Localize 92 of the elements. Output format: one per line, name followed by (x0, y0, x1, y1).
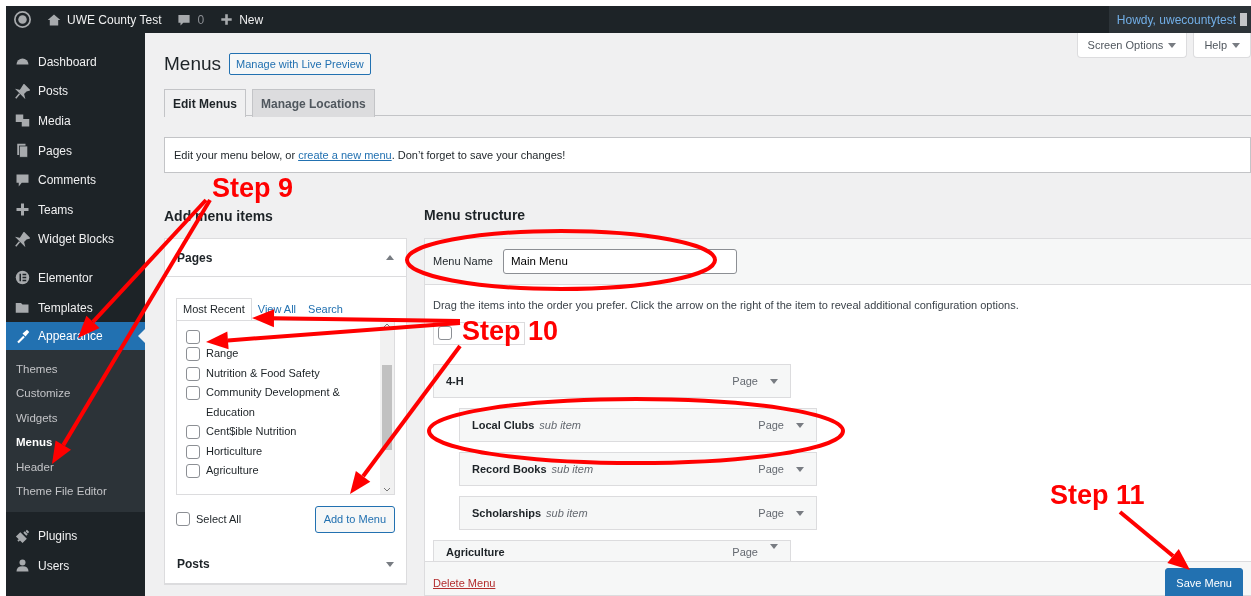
create-menu-link[interactable]: create a new menu (298, 148, 392, 161)
sidebar-item[interactable]: Templates (6, 292, 145, 323)
menu-item[interactable]: Scholarships sub item Page (459, 496, 817, 530)
plus-icon (15, 202, 30, 218)
submenu-item[interactable]: Themes (6, 357, 145, 382)
checkbox[interactable] (438, 326, 452, 340)
nav-tab[interactable]: Manage Locations (252, 89, 375, 117)
folder-icon (15, 300, 30, 316)
sidebar-item[interactable]: Elementor (6, 263, 145, 293)
checkbox[interactable] (186, 366, 200, 381)
checkbox[interactable] (186, 444, 200, 459)
sidebar-item[interactable]: Comments (6, 165, 145, 195)
field-label: Menu Name (433, 253, 493, 269)
accordion-header[interactable]: Pages (165, 239, 406, 277)
sidebar-item[interactable]: Users (6, 550, 145, 581)
media-icon (15, 113, 30, 129)
caret-icon (1232, 42, 1240, 48)
speech-bubble-icon (15, 172, 30, 188)
checkbox-label: Nutrition & Food Safety (206, 365, 320, 381)
add-to-menu-button[interactable]: Add to Menu (314, 506, 395, 533)
avatar (1240, 13, 1247, 26)
expand-arrow-icon[interactable] (796, 466, 804, 472)
checkbox[interactable] (186, 464, 200, 478)
pin-icon (15, 83, 30, 99)
section-heading: Menu structure (424, 206, 527, 226)
menu-item[interactable]: Agriculture Page (433, 540, 791, 561)
plus-icon (220, 13, 234, 26)
site-name-link[interactable]: UWE County Test (67, 10, 162, 29)
sidebar-item[interactable]: Appearance (6, 322, 145, 351)
sidebar-item[interactable]: Widget Blocks (6, 224, 145, 255)
instructions-text: Drag the items into the order you prefer. Click the arrow on the right of the item to reveal additional configuration options. (433, 297, 1020, 313)
checkbox[interactable] (176, 512, 190, 527)
person-icon (15, 558, 30, 574)
new-link[interactable]: New (239, 10, 264, 29)
checkbox-label: Horticulture (206, 443, 263, 459)
step-label: Step 9 (212, 175, 294, 202)
pin-icon (15, 231, 30, 247)
checkbox-label: Range (206, 346, 239, 361)
panel-tab[interactable]: Search (302, 298, 349, 320)
submenu-item[interactable]: Widgets (6, 406, 145, 431)
menu-item[interactable]: Local Clubs sub item Page (459, 408, 817, 442)
page-title: Menus (164, 51, 222, 76)
checkbox-label: Select All (196, 512, 242, 527)
expand-arrow-icon[interactable] (796, 510, 804, 516)
submenu-item[interactable]: Menus (6, 430, 145, 456)
circle-logo-icon (15, 270, 30, 286)
checkbox[interactable] (186, 386, 200, 400)
screen-meta-tab[interactable]: Help (1193, 33, 1251, 58)
comment-icon (177, 12, 192, 27)
submenu-item[interactable]: Header (6, 455, 145, 480)
scroll-up-icon[interactable] (382, 321, 392, 330)
submenu-item[interactable]: Customize (6, 381, 145, 407)
comment-count[interactable]: 0 (197, 10, 205, 29)
nav-tab[interactable]: Edit Menus (164, 89, 246, 117)
panel-tab[interactable]: Most Recent (176, 298, 252, 320)
notice-text: Edit your menu below, or create a new menu. Don’t forget to save your changes! (174, 147, 566, 163)
save-menu-button[interactable]: Save Menu (1165, 568, 1243, 596)
checkbox[interactable] (186, 330, 200, 344)
checkbox[interactable] (186, 425, 200, 439)
scroll-down-icon[interactable] (382, 485, 392, 494)
checkbox-label: Cent$ible Nutrition (206, 424, 297, 439)
brush-icon (15, 328, 30, 344)
plug-icon (15, 528, 30, 544)
submenu-item[interactable]: Theme File Editor (6, 479, 145, 505)
sidebar-item[interactable]: Plugins (6, 521, 145, 551)
menu-item[interactable]: Record Books sub item Page (459, 452, 817, 486)
expand-arrow-icon[interactable] (770, 378, 778, 384)
sidebar-item[interactable]: Media (6, 106, 145, 136)
pages-icon (15, 143, 30, 159)
live-preview-button[interactable]: Manage with Live Preview (229, 52, 371, 76)
checkbox-label: Community Development & Education (206, 385, 341, 420)
sidebar-item[interactable]: Teams (6, 194, 145, 225)
home-icon (47, 12, 61, 27)
step-label: Step 10 (462, 318, 559, 345)
step-label: Step 11 (1050, 482, 1145, 509)
checkbox[interactable] (186, 347, 200, 361)
checkbox-label: Agriculture (206, 463, 259, 478)
caret-icon (1168, 42, 1177, 48)
screen-meta-tab[interactable]: Screen Options (1076, 33, 1188, 58)
arrow (1118, 510, 1190, 570)
current-pointer-icon (138, 329, 145, 344)
accordion-header[interactable]: Posts (165, 545, 406, 584)
expand-arrow-icon[interactable] (796, 422, 804, 428)
delete-menu-link[interactable]: Delete Menu (433, 575, 496, 592)
scrollbar-thumb[interactable] (382, 365, 392, 450)
menu-item[interactable]: 4-H Page (433, 364, 791, 398)
sidebar-item[interactable]: Dashboard (6, 47, 145, 77)
sidebar-item[interactable]: Posts (6, 76, 145, 107)
expand-arrow-icon[interactable] (770, 544, 778, 549)
menu-name-field[interactable]: Main Menu (502, 248, 737, 274)
sidebar-item[interactable]: Pages (6, 135, 145, 166)
logo-icon (14, 11, 31, 28)
